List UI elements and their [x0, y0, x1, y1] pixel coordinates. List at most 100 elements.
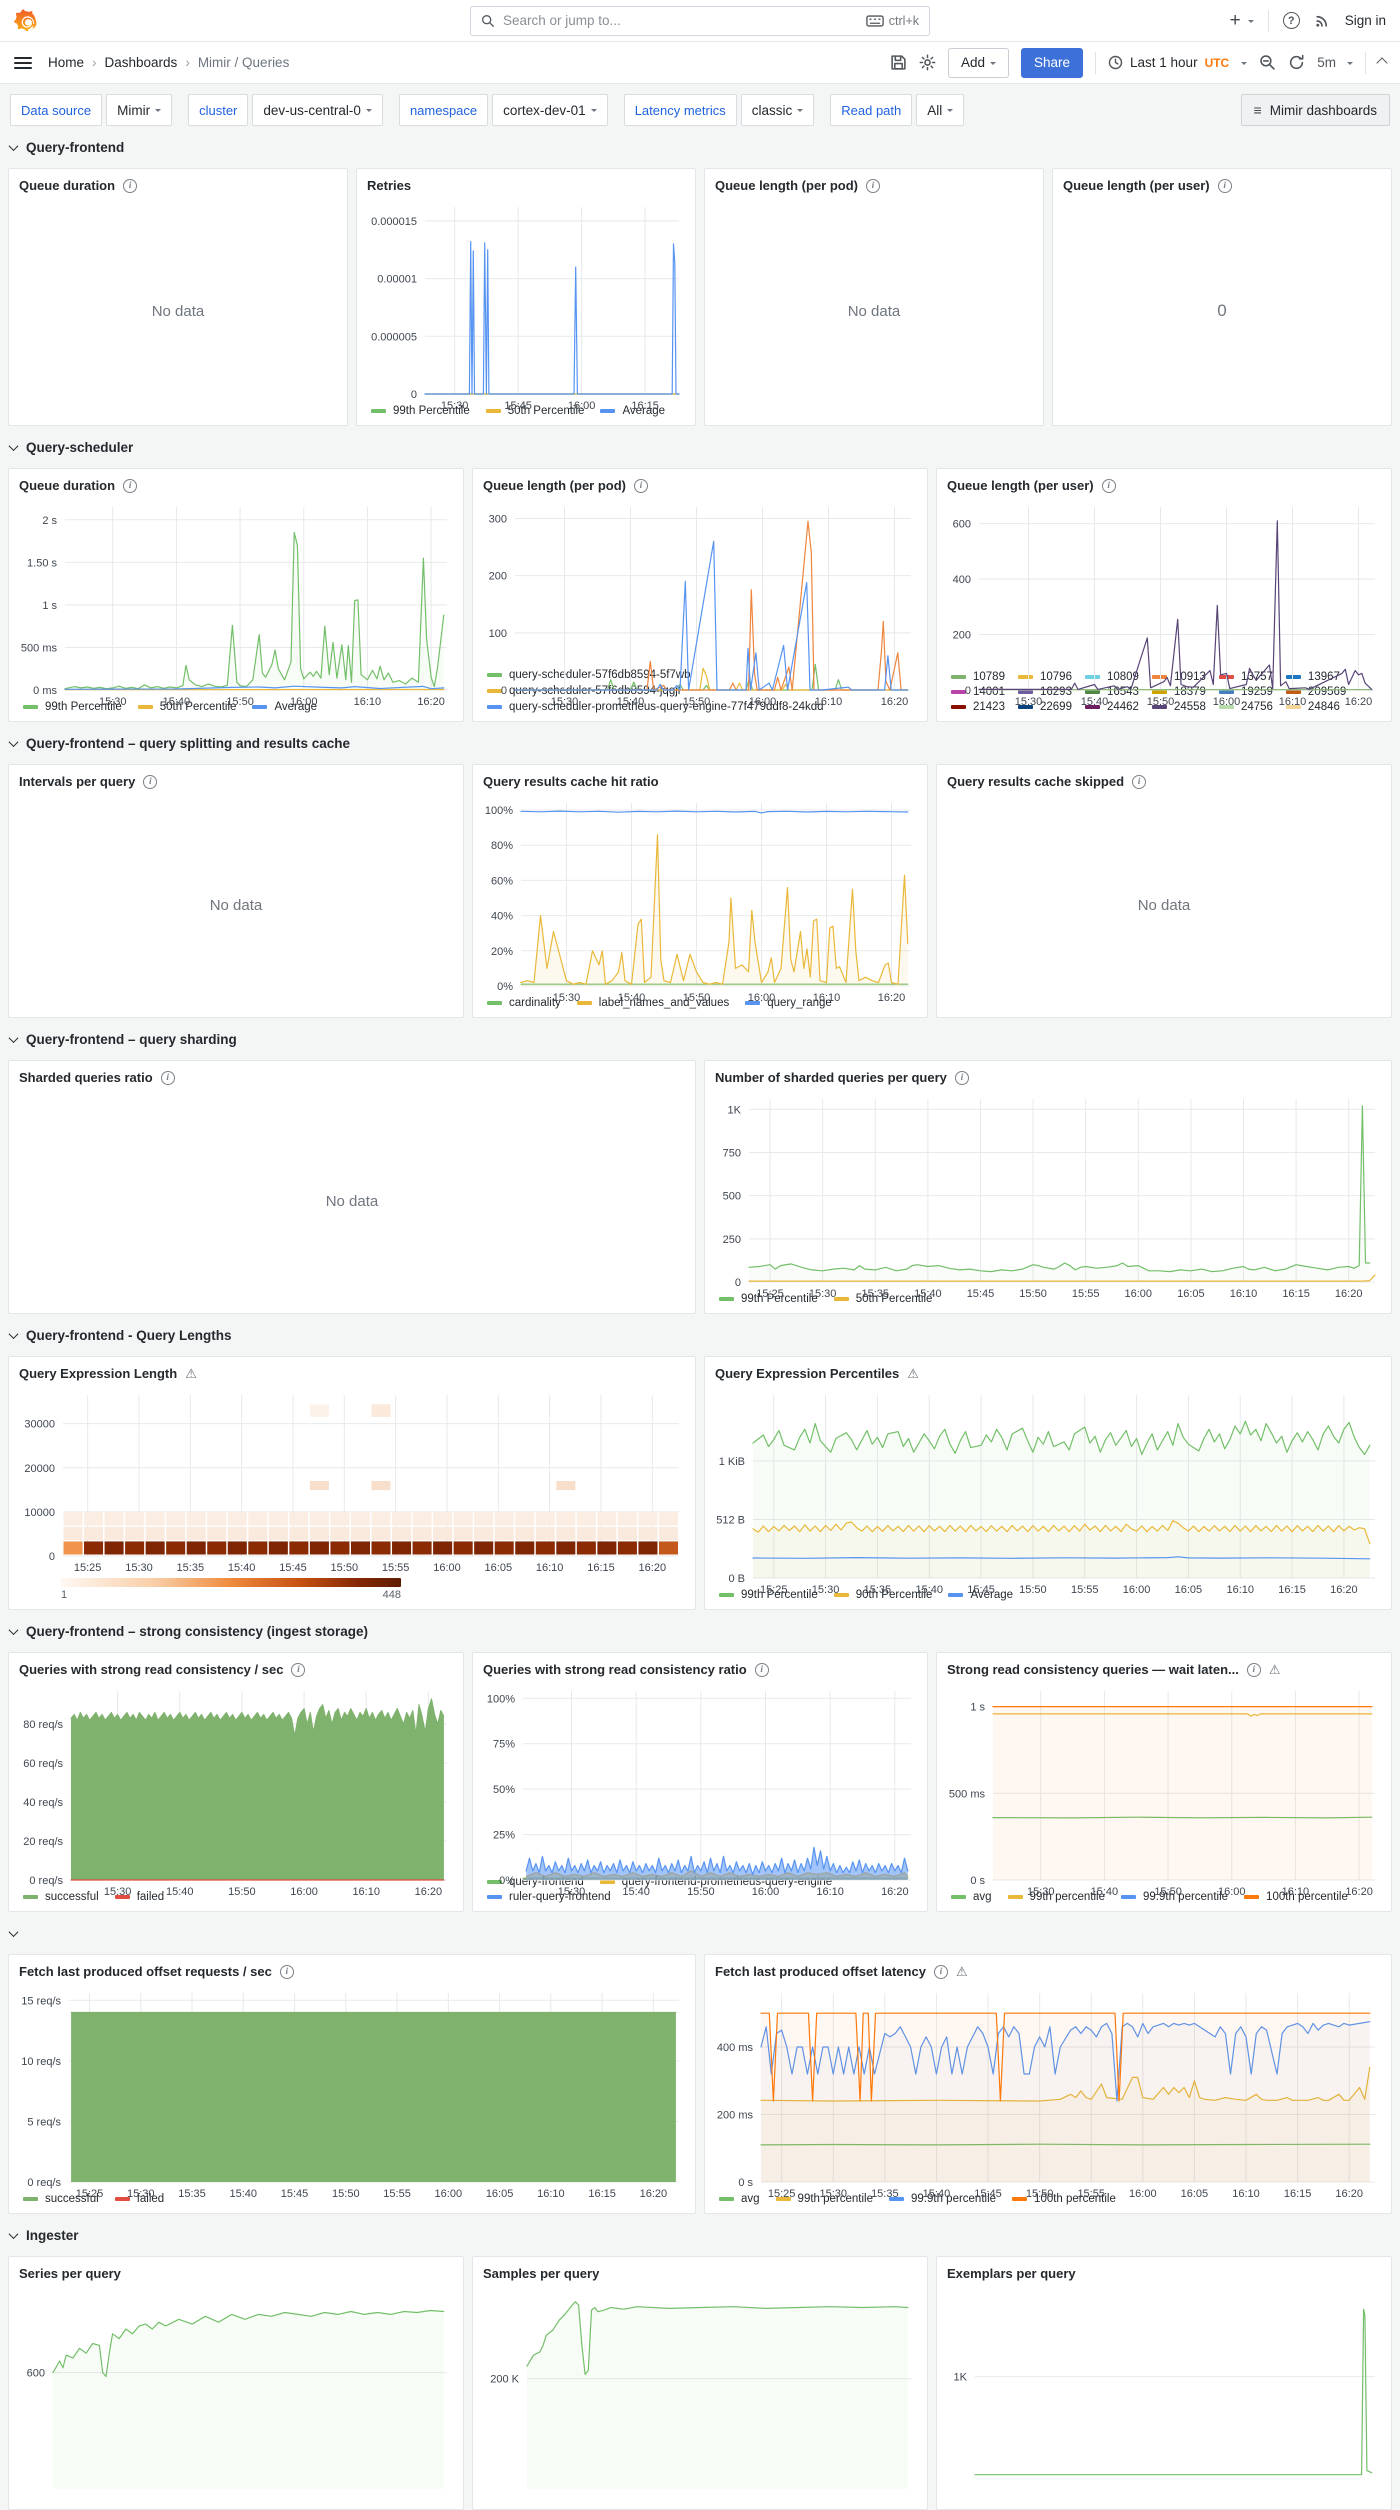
- info-icon[interactable]: i: [1132, 774, 1147, 789]
- panel-title[interactable]: Retries: [367, 178, 411, 193]
- top-header: Search or jump to... ctrl+k + ? Sign in: [0, 0, 1400, 42]
- hamburger-menu-icon[interactable]: [14, 56, 32, 69]
- info-icon[interactable]: i: [123, 178, 138, 193]
- help-icon[interactable]: ?: [1282, 12, 1300, 29]
- panel-title[interactable]: Exemplars per query: [947, 2266, 1076, 2281]
- sign-in-link[interactable]: Sign in: [1345, 13, 1386, 28]
- latency-metrics-label[interactable]: Latency metrics: [623, 94, 737, 126]
- info-icon[interactable]: i: [1217, 178, 1232, 193]
- panel-title[interactable]: Queries with strong read consistency / s…: [19, 1662, 283, 1677]
- section-ingester[interactable]: Ingester: [8, 2222, 1390, 2248]
- info-icon[interactable]: i: [279, 1964, 294, 1979]
- svg-text:16:20: 16:20: [639, 1562, 667, 1574]
- panel-title[interactable]: Intervals per query: [19, 774, 135, 789]
- expr-percentiles-chart[interactable]: 15:25 15:30 15:35 15:40 15:45 15:50 15:55 16:00…: [711, 1387, 1385, 1596]
- queue-duration-chart[interactable]: 15:30 15:40 15:50 16:00 16:10 16:20 0 ms 500 ms…: [15, 499, 457, 708]
- panel-title[interactable]: Strong read consistency queries — wait l…: [947, 1662, 1239, 1677]
- data-source-label[interactable]: Data source: [10, 94, 103, 126]
- refresh-icon[interactable]: [1288, 54, 1305, 71]
- info-icon[interactable]: i: [754, 1662, 769, 1677]
- strong-rps-chart[interactable]: 15:30 15:40 15:50 16:00 16:10 16:20 0 req/s 20 …: [15, 1683, 457, 1898]
- cluster-value[interactable]: dev-us-central-0: [252, 94, 383, 126]
- panel-title[interactable]: Query Expression Percentiles: [715, 1366, 899, 1381]
- info-icon[interactable]: i: [143, 774, 158, 789]
- svg-text:15:45: 15:45: [967, 1584, 995, 1596]
- retries-chart[interactable]: 15:30 15:45 16:00 16:15 0 0.000005 0.00001 0.00…: [363, 199, 689, 412]
- section-untitled[interactable]: [8, 1920, 1390, 1946]
- data-source-value[interactable]: Mimir: [106, 94, 173, 126]
- panel-title[interactable]: Query results cache hit ratio: [483, 774, 659, 789]
- panel-title[interactable]: Fetch last produced offset requests / se…: [19, 1964, 272, 1979]
- panel-title[interactable]: Queue length (per user): [1063, 178, 1210, 193]
- info-icon[interactable]: i: [954, 1070, 969, 1085]
- grafana-logo-icon[interactable]: [14, 8, 38, 33]
- section-strong-consistency[interactable]: Query-frontend – strong consistency (ing…: [8, 1618, 1390, 1644]
- breadcrumb-home[interactable]: Home: [48, 55, 84, 70]
- panel-title[interactable]: Queries with strong read consistency rat…: [483, 1662, 747, 1677]
- cache-hit-chart[interactable]: 15:30 15:40 15:50 16:00 16:10 16:20 0% 20% 40% 60…: [479, 795, 921, 1004]
- panel-title[interactable]: Queue duration: [19, 178, 115, 193]
- warning-icon[interactable]: ⚠: [956, 1965, 968, 1978]
- sharded-num-chart[interactable]: 15:25 15:30 15:35 15:40 15:45 15:50 15:55 16:00…: [711, 1091, 1385, 1300]
- info-icon[interactable]: i: [933, 1964, 948, 1979]
- panel-title[interactable]: Fetch last produced offset latency: [715, 1964, 926, 1979]
- panel-title[interactable]: Sharded queries ratio: [19, 1070, 153, 1085]
- info-icon[interactable]: i: [291, 1662, 306, 1677]
- expr-length-heatmap[interactable]: 15:25 15:30 15:35 15:40 15:45 15:50 15:55 16:00…: [15, 1387, 689, 1576]
- share-button[interactable]: Share: [1020, 47, 1084, 78]
- add-button[interactable]: Add: [947, 47, 1009, 78]
- mimir-dashboards-button[interactable]: ≡ Mimir dashboards: [1240, 94, 1390, 126]
- samples-per-query-chart[interactable]: 200 K: [479, 2287, 921, 2509]
- panel-title[interactable]: Series per query: [19, 2266, 121, 2281]
- news-rss-icon[interactable]: [1314, 12, 1331, 29]
- fetch-offset-rps-chart[interactable]: 15:25 15:30 15:35 15:40 15:45 15:50 15:55 16:00…: [15, 1985, 689, 2200]
- time-range-picker[interactable]: Last 1 hour UTC: [1108, 55, 1248, 70]
- queue-length-pod-chart[interactable]: 15:30 15:40 15:50 16:00 16:10 16:20 0 100 200 300: [479, 499, 921, 708]
- read-path-label[interactable]: Read path: [830, 94, 913, 126]
- info-icon[interactable]: i: [634, 478, 648, 493]
- search-input[interactable]: Search or jump to... ctrl+k: [470, 5, 930, 36]
- info-icon[interactable]: i: [1101, 478, 1116, 493]
- panel-title[interactable]: Query results cache skipped: [947, 774, 1124, 789]
- cluster-label[interactable]: cluster: [188, 94, 249, 126]
- refresh-interval-picker[interactable]: 5m: [1317, 55, 1353, 70]
- panel-title[interactable]: Samples per query: [483, 2266, 599, 2281]
- info-icon[interactable]: i: [160, 1070, 175, 1085]
- read-path-value[interactable]: All: [916, 94, 965, 126]
- warning-icon[interactable]: ⚠: [907, 1367, 919, 1380]
- breadcrumb-dashboards[interactable]: Dashboards: [105, 55, 178, 70]
- zoom-out-icon[interactable]: [1259, 54, 1276, 71]
- fetch-offset-latency-chart[interactable]: 15:25 15:30 15:35 15:40 15:45 15:50 15:55 16:00…: [711, 1985, 1385, 2200]
- chevron-down-icon: [1241, 61, 1248, 68]
- warning-icon[interactable]: ⚠: [185, 1367, 197, 1380]
- info-icon[interactable]: i: [123, 478, 138, 493]
- namespace-label[interactable]: namespace: [398, 94, 489, 126]
- strong-wait-chart[interactable]: 15:30 15:40 15:50 16:00 16:10 16:20 0 s 500 ms 1…: [943, 1683, 1385, 1898]
- svg-text:15:55: 15:55: [383, 2188, 411, 2200]
- panel-title[interactable]: Queue length (per user): [947, 478, 1094, 493]
- panel-title[interactable]: Queue duration: [19, 478, 115, 493]
- latency-metrics-value[interactable]: classic: [740, 94, 815, 126]
- info-icon[interactable]: i: [866, 178, 880, 193]
- strong-ratio-chart[interactable]: 15:30 15:40 15:50 16:00 16:10 16:20 0% 25% 50% 75…: [479, 1683, 921, 1898]
- section-query-scheduler[interactable]: Query-scheduler: [8, 434, 1390, 460]
- namespace-value[interactable]: cortex-dev-01: [492, 94, 608, 126]
- section-query-frontend[interactable]: Query-frontend: [8, 134, 1390, 160]
- panel-title[interactable]: Query Expression Length: [19, 1366, 177, 1381]
- section-query-lengths[interactable]: Query-frontend - Query Lengths: [8, 1322, 1390, 1348]
- series-per-query-chart[interactable]: 600: [15, 2287, 457, 2509]
- warning-icon[interactable]: ⚠: [1269, 1663, 1281, 1676]
- gear-icon[interactable]: [919, 54, 936, 71]
- info-icon[interactable]: i: [1246, 1662, 1261, 1677]
- panel-strong-ratio: Queries with strong read consistency rat…: [472, 1652, 928, 1912]
- panel-title[interactable]: Queue length (per pod): [483, 478, 626, 493]
- queue-length-user-chart[interactable]: 15:30 15:40 15:50 16:00 16:10 16:20 0 200 400 600: [943, 499, 1385, 708]
- new-button[interactable]: +: [1230, 11, 1254, 30]
- chevron-up-icon[interactable]: [1376, 56, 1388, 69]
- panel-title[interactable]: Number of sharded queries per query: [715, 1070, 947, 1085]
- section-query-sharding[interactable]: Query-frontend – query sharding: [8, 1026, 1390, 1052]
- section-query-splitting[interactable]: Query-frontend – query splitting and res…: [8, 730, 1390, 756]
- panel-title[interactable]: Queue length (per pod): [715, 178, 858, 193]
- save-icon[interactable]: [890, 54, 907, 71]
- exemplars-per-query-chart[interactable]: 1K: [943, 2287, 1385, 2509]
